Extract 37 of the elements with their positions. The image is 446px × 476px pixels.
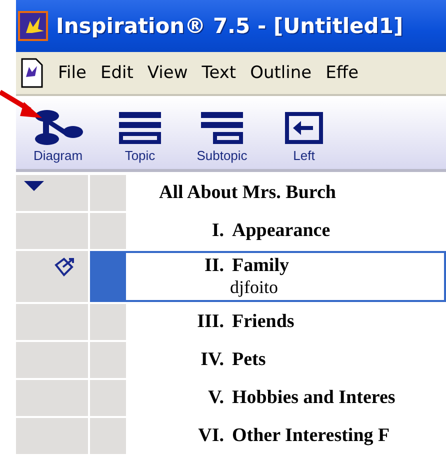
topic-title: Appearance — [232, 220, 330, 242]
menu-item[interactable]: Outline — [250, 63, 312, 83]
topic-title: Hobbies and Interes — [232, 387, 396, 409]
toolbar-button[interactable]: Topic — [110, 110, 170, 163]
menu-item[interactable]: File — [58, 63, 86, 83]
menu-item[interactable]: Edit — [100, 63, 134, 83]
main-topic: All About Mrs. Burch — [159, 182, 336, 204]
app-logo-icon — [18, 11, 48, 41]
topic-icon — [117, 110, 163, 146]
topic-numeral: III. — [196, 311, 224, 333]
menu-item[interactable]: Text — [202, 63, 236, 83]
topic-numeral: VI. — [197, 425, 224, 447]
selection-bar[interactable] — [90, 251, 126, 302]
topic-numeral: IV. — [200, 349, 224, 371]
collapse-triangle-icon[interactable] — [24, 181, 44, 193]
menu-item[interactable]: View — [147, 63, 188, 83]
row-handle[interactable] — [90, 342, 126, 378]
row-handle[interactable] — [90, 380, 126, 416]
topic-numeral: I. — [210, 220, 224, 242]
subtopic-icon — [199, 110, 245, 146]
document-icon — [20, 57, 44, 89]
topic-title: Family — [232, 255, 289, 277]
row-handle[interactable] — [90, 175, 126, 211]
menu-item[interactable]: Effe — [326, 63, 359, 83]
topic-numeral: V. — [206, 387, 224, 409]
window-title: Inspiration® 7.5 - [Untitled1] — [56, 14, 404, 38]
row-handle[interactable] — [90, 418, 126, 454]
toolbar-button[interactable]: Subtopic — [192, 110, 252, 163]
topic-title: Friends — [232, 311, 294, 333]
topic-numeral: II. — [203, 255, 224, 277]
topic-note: djfoito — [230, 277, 279, 298]
row-handle[interactable] — [90, 304, 126, 340]
topic-title: Other Interesting F — [232, 425, 390, 447]
toolbar-button[interactable]: Diagram — [28, 110, 88, 163]
toolbar-button[interactable]: Left — [274, 110, 334, 163]
row-handle[interactable] — [90, 213, 126, 249]
topic-title: Pets — [232, 349, 266, 371]
